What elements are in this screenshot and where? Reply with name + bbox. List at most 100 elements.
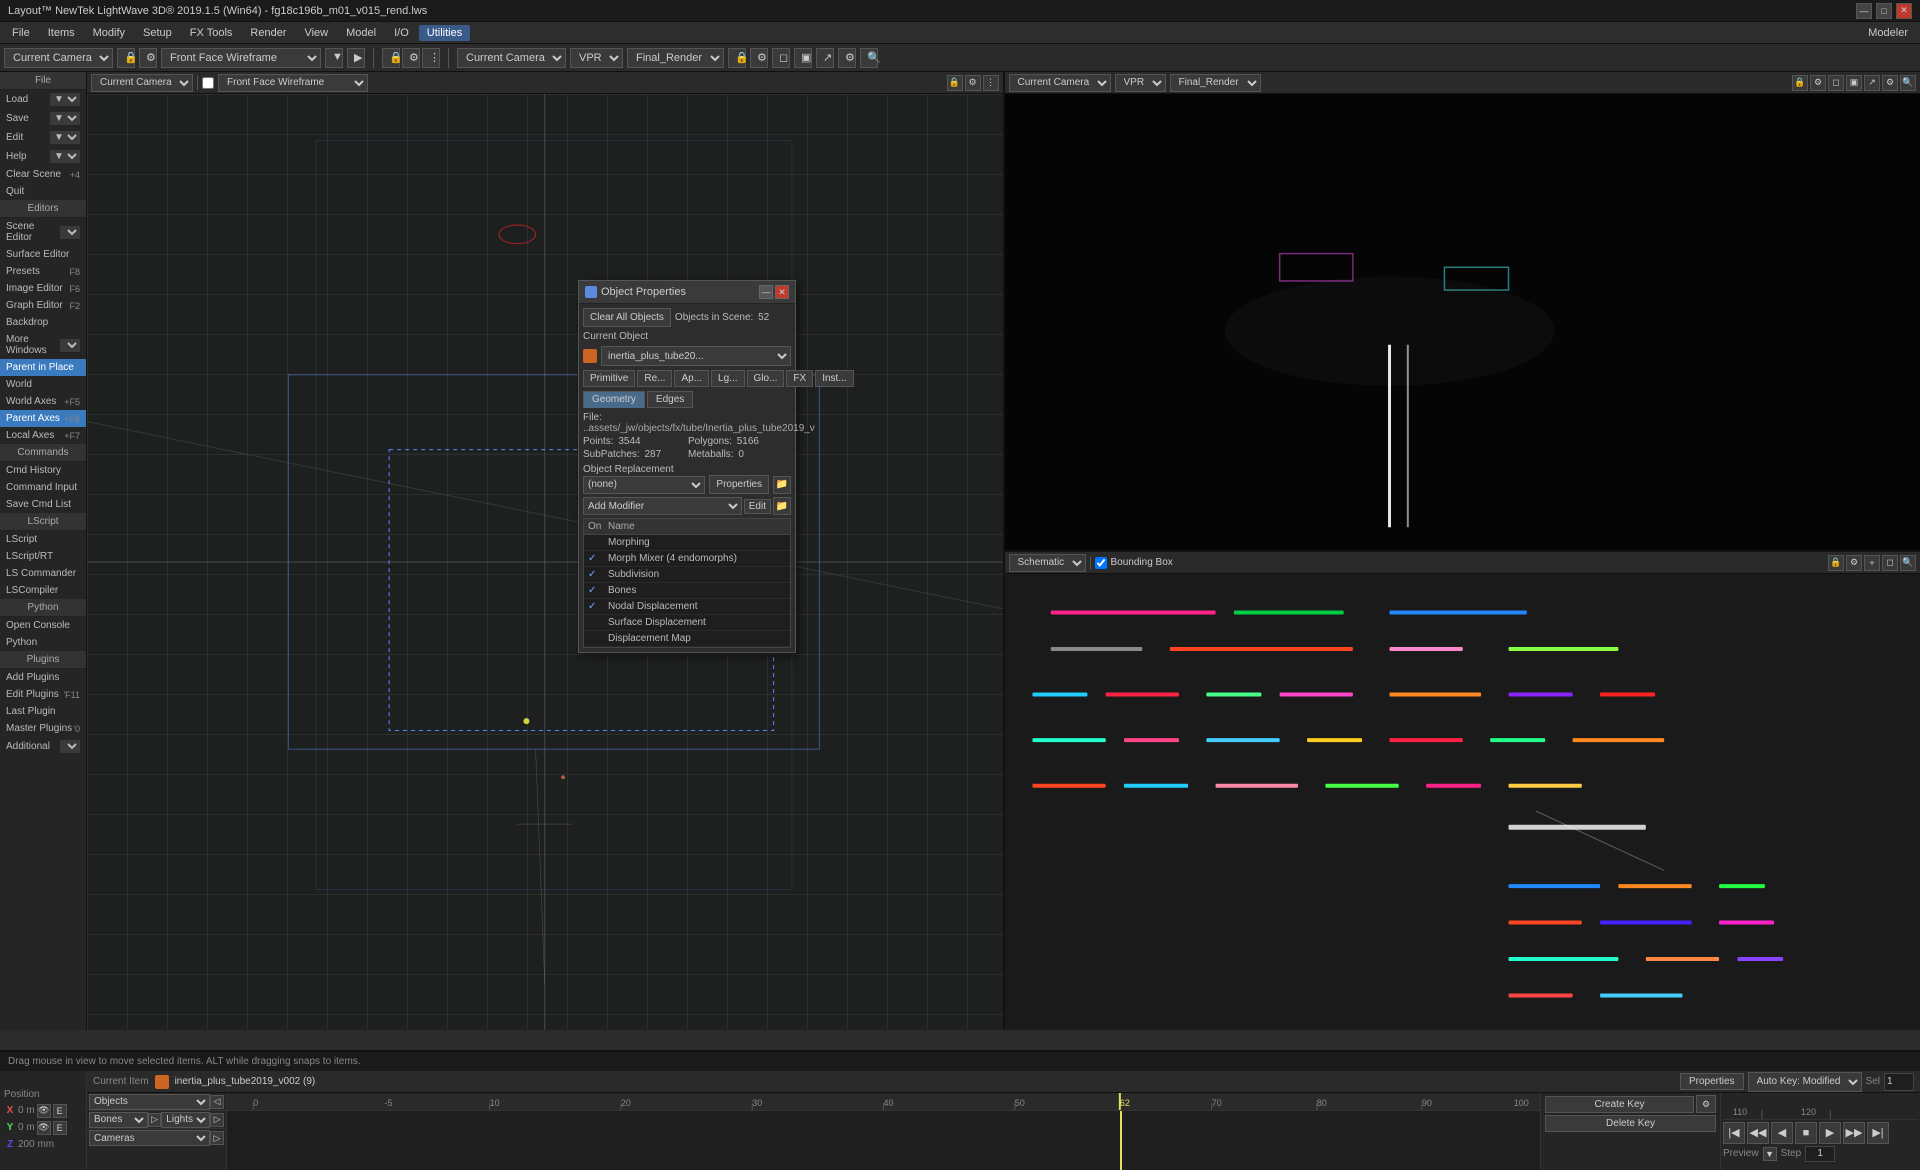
sidebar-world-axes[interactable]: World Axes+F5: [0, 393, 86, 410]
main-vp-camera-select[interactable]: Current Camera: [91, 74, 193, 92]
timeline-ruler-area[interactable]: 0 -5 10 20 30 40 50: [227, 1093, 1540, 1170]
vpr-select[interactable]: VPR: [570, 48, 623, 68]
cam-vp-extra4-icon[interactable]: ⚙: [1882, 75, 1898, 91]
sidebar-lscript-rt[interactable]: LScript/RT: [0, 548, 86, 565]
schema-vp-search-icon[interactable]: 🔍: [1900, 555, 1916, 571]
vp-gear-icon[interactable]: ⚙: [965, 75, 981, 91]
next-frame-btn[interactable]: ▶: [1819, 1122, 1841, 1144]
sidebar-quit[interactable]: Quit: [0, 183, 86, 200]
sidebar-presets[interactable]: PresetsF8: [0, 263, 86, 280]
tab-re[interactable]: Re...: [637, 370, 672, 387]
sidebar-scene-editor[interactable]: Scene Editor ▼: [0, 218, 86, 246]
cam-settings-btn[interactable]: ⚙: [139, 48, 157, 68]
tab-fx[interactable]: FX: [786, 370, 813, 387]
bones-expand-btn[interactable]: ▷: [148, 1113, 162, 1127]
sidebar-clear-scene[interactable]: Clear Scene +4: [0, 166, 86, 183]
main-vp-mode-select[interactable]: Front Face Wireframe: [218, 74, 368, 92]
x-e-btn[interactable]: E: [53, 1104, 67, 1118]
menu-modify[interactable]: Modify: [85, 25, 133, 41]
delete-key-btn[interactable]: Delete Key: [1545, 1115, 1716, 1132]
sidebar-surface-editor[interactable]: Surface Editor: [0, 246, 86, 263]
sidebar-backdrop[interactable]: Backdrop: [0, 314, 86, 331]
obj-replacement-select[interactable]: (none): [583, 476, 705, 494]
sidebar-edit[interactable]: Edit ▼: [0, 128, 86, 147]
menu-model[interactable]: Model: [338, 25, 384, 41]
help-dropdown[interactable]: ▼: [50, 150, 80, 163]
lights-expand-btn[interactable]: ▷: [210, 1113, 224, 1127]
tab-lg[interactable]: Lg...: [711, 370, 744, 387]
cam-vp-vpr-select[interactable]: VPR: [1115, 74, 1166, 92]
cameras-channel-select[interactable]: Cameras: [89, 1130, 210, 1146]
lights-channel-select[interactable]: Lights: [161, 1112, 210, 1128]
tab-inst[interactable]: Inst...: [815, 370, 853, 387]
modifier-surface-disp[interactable]: Surface Displacement: [584, 615, 790, 631]
camera-viewport[interactable]: Current Camera VPR Final_Render 🔒 ⚙ ◻ ▣ …: [1005, 72, 1920, 550]
edit-dropdown[interactable]: ▼: [50, 131, 80, 144]
vp-checkbox[interactable]: [202, 77, 214, 89]
sidebar-parent-in-place[interactable]: Parent in Place: [0, 359, 86, 376]
render-extra4-btn[interactable]: ⚙: [838, 48, 856, 68]
sidebar-master-plugins[interactable]: Master Plugins'0: [0, 720, 86, 737]
maximize-btn[interactable]: □: [1876, 3, 1892, 19]
sidebar-save-cmd-list[interactable]: Save Cmd List: [0, 496, 86, 513]
scene-editor-dropdown[interactable]: ▼: [60, 226, 80, 239]
modifier-folder-btn[interactable]: 📁: [773, 497, 791, 515]
sidebar-help[interactable]: Help ▼: [0, 147, 86, 166]
tab-glo[interactable]: Glo...: [747, 370, 785, 387]
menu-utilities[interactable]: Utilities: [419, 25, 470, 41]
cameras-expand-btn[interactable]: ▷: [210, 1131, 224, 1145]
modifier-list[interactable]: On Name Morphing ✓ Morph Mixer (4 endomo…: [583, 518, 791, 648]
y-eye-btn[interactable]: 👁: [37, 1121, 51, 1135]
sidebar-ls-commander[interactable]: LS Commander: [0, 565, 86, 582]
modeler-btn[interactable]: Modeler: [1860, 27, 1916, 39]
menu-items[interactable]: Items: [40, 25, 83, 41]
vp-dots-icon[interactable]: ⋮: [983, 75, 999, 91]
sidebar-lscompiler[interactable]: LSCompiler: [0, 582, 86, 599]
schema-vp-extra2-icon[interactable]: ◻: [1882, 555, 1898, 571]
bounding-box-check[interactable]: [1095, 557, 1107, 569]
dialog-close-btn[interactable]: ✕: [775, 285, 789, 299]
properties-btn[interactable]: Properties: [709, 475, 769, 494]
subtab-geometry[interactable]: Geometry: [583, 391, 645, 408]
render-select[interactable]: Final_Render: [627, 48, 724, 68]
objects-channel-select[interactable]: Objects: [89, 1094, 210, 1110]
additional-dropdown[interactable]: ▼: [60, 740, 80, 753]
sidebar-open-console[interactable]: Open Console: [0, 617, 86, 634]
go-start-btn[interactable]: |◀: [1723, 1122, 1745, 1144]
view-expand-btn[interactable]: ▼: [325, 48, 343, 68]
sidebar-save[interactable]: Save ▼: [0, 109, 86, 128]
render-settings-btn[interactable]: ⚙: [750, 48, 768, 68]
create-key-settings-btn[interactable]: ⚙: [1696, 1095, 1716, 1113]
menu-file[interactable]: File: [4, 25, 38, 41]
camera-canvas[interactable]: [1005, 94, 1920, 550]
cam-vp-render-select[interactable]: Final_Render: [1170, 74, 1261, 92]
save-dropdown[interactable]: ▼: [50, 112, 80, 125]
current-object-select[interactable]: inertia_plus_tube20...: [601, 346, 791, 366]
camera-select-2[interactable]: Current Camera: [457, 48, 566, 68]
prev-key-btn[interactable]: ◀◀: [1747, 1122, 1769, 1144]
preview-settings-btn[interactable]: ▼: [1763, 1147, 1777, 1161]
cam-vp-gear-icon[interactable]: ⚙: [1810, 75, 1826, 91]
sidebar-graph-editor[interactable]: Graph EditorF2: [0, 297, 86, 314]
menu-view[interactable]: View: [296, 25, 336, 41]
x-eye-btn[interactable]: 👁: [37, 1104, 51, 1118]
sidebar-additional[interactable]: Additional ▼: [0, 737, 86, 756]
sel-input[interactable]: [1884, 1073, 1914, 1091]
vp-settings-btn[interactable]: ⚙: [402, 48, 420, 68]
menu-setup[interactable]: Setup: [135, 25, 180, 41]
view-extra-btn[interactable]: ▶: [347, 48, 365, 68]
schematic-mode-select[interactable]: Schematic: [1009, 554, 1086, 572]
play-btn[interactable]: ▶▶: [1843, 1122, 1865, 1144]
vp-extra-btn[interactable]: ⋮: [422, 48, 440, 68]
sidebar-parent-axes[interactable]: Parent Axes+F6: [0, 410, 86, 427]
vp-lock-btn[interactable]: 🔒: [382, 48, 400, 68]
objects-expand-btn[interactable]: ◁: [210, 1095, 224, 1109]
cam-vp-extra3-icon[interactable]: ↗: [1864, 75, 1880, 91]
sidebar-add-plugins[interactable]: Add Plugins: [0, 669, 86, 686]
minimize-btn[interactable]: —: [1856, 3, 1872, 19]
close-btn[interactable]: ✕: [1896, 3, 1912, 19]
subtab-edges[interactable]: Edges: [647, 391, 693, 408]
y-e-btn[interactable]: E: [53, 1121, 67, 1135]
main-viewport[interactable]: Current Camera Front Face Wireframe 🔒 ⚙ …: [87, 72, 1003, 1030]
prev-frame-btn[interactable]: ◀: [1771, 1122, 1793, 1144]
